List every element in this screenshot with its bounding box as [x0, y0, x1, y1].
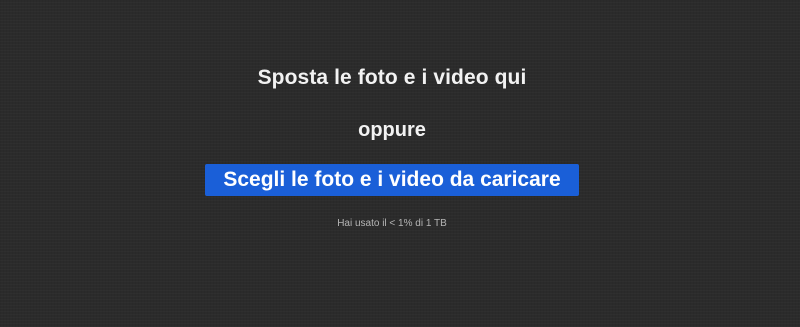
choose-files-button[interactable]: Scegli le foto e i video da caricare: [205, 164, 579, 196]
storage-quota-text: Hai usato il < 1% di 1 TB: [337, 218, 447, 229]
drop-prompt: Sposta le foto e i video qui: [257, 66, 527, 89]
upload-drop-zone[interactable]: Sposta le foto e i video qui oppure Sceg…: [0, 0, 800, 327]
or-separator-label: oppure: [358, 119, 426, 141]
